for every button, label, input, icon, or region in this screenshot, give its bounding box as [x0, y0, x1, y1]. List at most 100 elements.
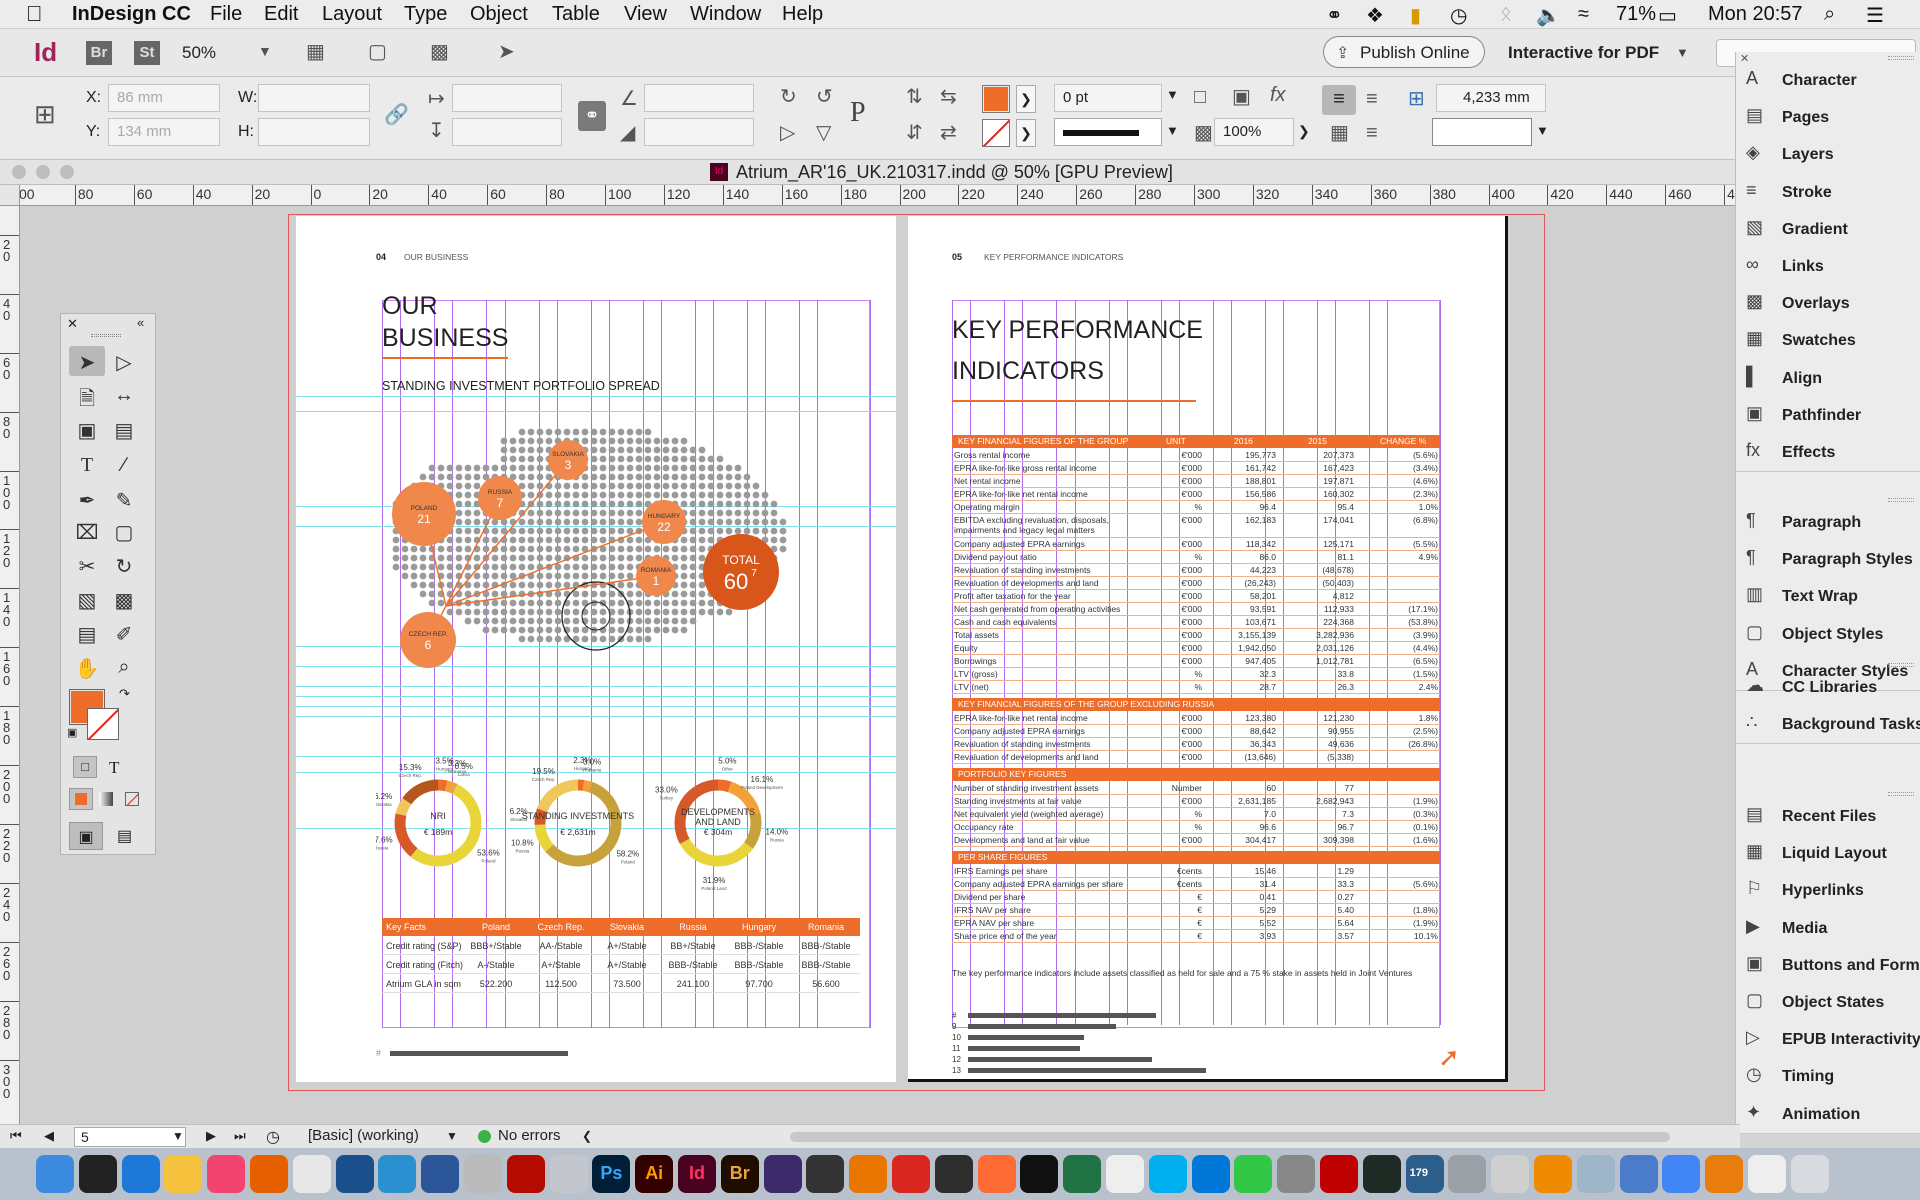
menu-window[interactable]: Window	[690, 3, 761, 26]
dock-trash-icon[interactable]	[1790, 1155, 1829, 1193]
dock-calculator-icon[interactable]	[1277, 1155, 1316, 1193]
panel-background-tasks[interactable]: ∴ Background Tasks	[1746, 712, 1920, 740]
page-menu-chevron-icon[interactable]: ▼	[172, 1129, 184, 1143]
bridge-button[interactable]: Br	[86, 41, 112, 65]
h-field[interactable]	[258, 118, 370, 146]
dock-wave-icon[interactable]	[378, 1155, 417, 1193]
formatting-text-icon[interactable]: T	[109, 758, 119, 778]
select-content-icon[interactable]: ⇵	[906, 123, 923, 143]
wifi-icon[interactable]: ≈	[1578, 3, 1589, 26]
dock-itunes-icon[interactable]	[207, 1155, 246, 1193]
type-tool-icon[interactable]: T	[72, 454, 102, 477]
dock-powerpoint-icon[interactable]	[977, 1155, 1016, 1193]
previous-page-icon[interactable]: ◀	[44, 1128, 54, 1144]
select-next-icon[interactable]: ⇄	[940, 123, 957, 143]
panels-dock[interactable]: ✕ A Character ▤ Pages ◈ Layers ≡ Stroke ▧ Gradient…	[1735, 52, 1920, 1134]
close-panel-icon[interactable]: ✕	[67, 316, 78, 332]
direct-selection-tool-icon[interactable]: ▷	[109, 350, 139, 375]
stroke-weight-chevron-icon[interactable]: ▼	[1166, 87, 1179, 102]
panel-timing[interactable]: ◷ Timing	[1746, 1064, 1834, 1092]
notification-center-icon[interactable]: ☰	[1866, 3, 1884, 28]
select-container-icon[interactable]: ⇅	[906, 87, 923, 107]
x-field[interactable]: 86 mm	[108, 84, 220, 112]
zoom-level[interactable]: 50%	[182, 43, 216, 63]
minimize-window-icon[interactable]	[36, 165, 50, 179]
fill-swatch-menu-icon[interactable]: ❯	[1016, 85, 1036, 113]
volume-icon[interactable]: 🔈	[1536, 3, 1561, 28]
selection-tool-icon[interactable]: ➤	[72, 350, 102, 375]
pen-tool-icon[interactable]: ✒	[72, 488, 102, 513]
stroke-type-chevron-icon[interactable]: ▼	[1166, 123, 1179, 138]
dock-illustrator-icon[interactable]: Ai	[635, 1155, 674, 1193]
panel-align[interactable]: ▌ Align	[1746, 366, 1822, 394]
rectangle-frame-tool-icon[interactable]: ⌧	[72, 520, 102, 545]
panel-text-wrap[interactable]: ▥ Text Wrap	[1746, 584, 1858, 612]
apply-none-icon[interactable]	[125, 792, 139, 806]
dock-skype-business-icon[interactable]	[1191, 1155, 1230, 1193]
align-text-button[interactable]: ≡	[1322, 85, 1356, 115]
stock-button[interactable]: St	[134, 41, 160, 65]
panel-overlays[interactable]: ▩ Overlays	[1746, 291, 1850, 319]
y-field[interactable]: 134 mm	[108, 118, 220, 146]
menu-layout[interactable]: Layout	[322, 3, 382, 26]
select-previous-icon[interactable]: ⇆	[940, 87, 957, 107]
dock-fontbook-icon[interactable]	[464, 1155, 502, 1193]
dock-terminal-icon[interactable]	[78, 1155, 117, 1193]
dock-rocket-icon[interactable]	[1576, 1155, 1615, 1193]
dock-font-icon[interactable]	[1748, 1155, 1786, 1193]
zoom-tool-icon[interactable]: ⌕	[109, 656, 139, 679]
dock-disk-icon[interactable]: 179	[1405, 1155, 1444, 1193]
panel-paragraph[interactable]: ¶ Paragraph	[1746, 510, 1861, 538]
panel-swatches[interactable]: ▦ Swatches	[1746, 328, 1856, 356]
stroke-weight-field[interactable]: 0 pt	[1054, 84, 1162, 112]
dock-word-icon[interactable]	[421, 1155, 460, 1193]
constrain-proportions-icon[interactable]: 🔗	[384, 105, 409, 125]
chevron-down-icon[interactable]: ▼	[258, 43, 272, 59]
vpn-icon[interactable]: ▮	[1410, 3, 1421, 28]
spotlight-icon[interactable]: ⌕	[1824, 3, 1835, 26]
rotate-cw-icon[interactable]: ↻	[780, 87, 797, 107]
menu-app-name[interactable]: InDesign CC	[72, 3, 191, 26]
dropbox-icon[interactable]: ❖	[1366, 3, 1384, 28]
horizontal-scrollbar[interactable]	[790, 1132, 1670, 1142]
pencil-tool-icon[interactable]: ✎	[109, 488, 139, 513]
dock-sketchup-icon[interactable]	[892, 1155, 930, 1193]
dock-filezilla-icon[interactable]	[1320, 1155, 1358, 1193]
corner-shape-chevron-icon[interactable]: ▼	[1536, 123, 1549, 138]
gradient-feather-tool-icon[interactable]: ▩	[109, 588, 139, 613]
stroke-type-select[interactable]	[1054, 118, 1162, 146]
flip-horizontal-icon[interactable]: ▷	[780, 123, 795, 143]
w-field[interactable]	[258, 84, 370, 112]
panel-pages[interactable]: ▤ Pages	[1746, 105, 1829, 133]
panel-links[interactable]: ∞ Links	[1746, 254, 1824, 282]
gradient-swatch-tool-icon[interactable]: ▧	[72, 588, 102, 613]
menu-help[interactable]: Help	[782, 3, 823, 26]
normal-view-mode-icon[interactable]: ▣	[69, 822, 103, 850]
swap-fill-stroke-icon[interactable]: ↷	[119, 686, 130, 702]
note-tool-icon[interactable]: ▤	[72, 622, 102, 647]
panel-buttons-and-forms[interactable]: ▣ Buttons and Forms	[1746, 953, 1920, 981]
panel-recent-files[interactable]: ▤ Recent Files	[1746, 804, 1876, 832]
apple-icon[interactable]: 	[26, 1, 43, 27]
panel-liquid-layout[interactable]: ▦ Liquid Layout	[1746, 841, 1887, 869]
align-justify-icon[interactable]: ≡	[1366, 123, 1378, 143]
dock-excel-icon[interactable]	[1063, 1155, 1102, 1193]
panel-animation[interactable]: ✦ Animation	[1746, 1102, 1860, 1130]
tools-panel[interactable]: ✕ « ➤ ▷ 🗎 ↔ ▣ ▤ T ∕ ✒ ✎ ⌧ ▢ ✂ ↻ ▧ ▩ ▤ ✐ …	[60, 313, 156, 855]
menu-table[interactable]: Table	[552, 3, 600, 26]
panel-object-styles[interactable]: ▢ Object Styles	[1746, 622, 1883, 650]
dock-google-icon[interactable]	[1662, 1155, 1701, 1193]
panel-group-grip[interactable]	[1888, 56, 1914, 60]
preflight-chevron-icon[interactable]: ▼	[446, 1129, 458, 1143]
next-page-icon[interactable]: ▶	[206, 1128, 216, 1144]
rotate-ccw-icon[interactable]: ↺	[816, 87, 833, 107]
gap-field[interactable]: 4,233 mm	[1436, 84, 1546, 112]
formatting-container-icon[interactable]: □	[73, 756, 97, 778]
dock-photoshop-icon[interactable]: Ps	[592, 1155, 631, 1193]
dock-finder-icon[interactable]	[36, 1155, 74, 1193]
menu-object[interactable]: Object	[470, 3, 528, 26]
preview-mode-icon[interactable]: ▤	[117, 826, 132, 846]
first-page-icon[interactable]: ⏮	[10, 1128, 22, 1144]
dock-unity-icon[interactable]	[806, 1155, 845, 1193]
dock-keynote-icon[interactable]	[549, 1155, 588, 1193]
